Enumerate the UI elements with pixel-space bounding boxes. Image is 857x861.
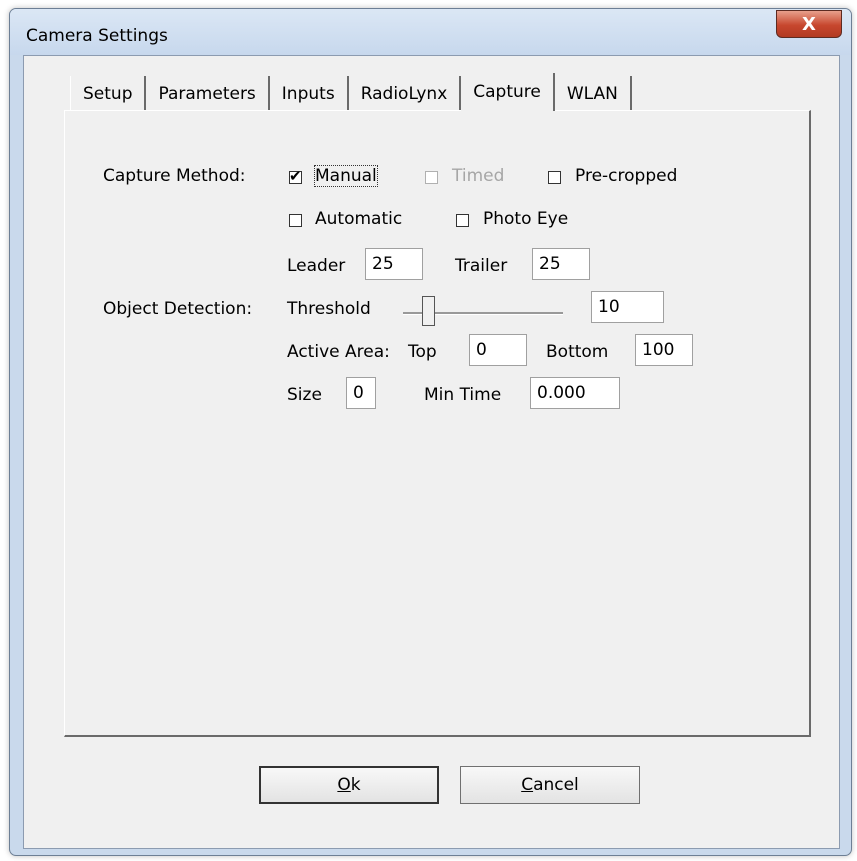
tab-parameters[interactable]: Parameters xyxy=(146,76,270,111)
photo-eye-checkbox[interactable] xyxy=(456,214,469,227)
min-time-label: Min Time xyxy=(424,385,502,405)
tab-strip: Setup Parameters Inputs RadioLynx Captur… xyxy=(70,73,632,111)
tab-label: Inputs xyxy=(281,83,335,104)
ok-button[interactable]: Ok xyxy=(259,766,439,804)
bottom-label: Bottom xyxy=(546,342,609,362)
photo-eye-label[interactable]: Photo Eye xyxy=(483,209,568,229)
camera-settings-dialog: Camera Settings X Setup Parameters Input… xyxy=(9,8,852,856)
timed-checkbox xyxy=(425,171,438,184)
manual-checkbox[interactable]: ✔ xyxy=(289,167,302,185)
dialog-title: Camera Settings xyxy=(26,26,168,46)
bottom-input[interactable]: 100 xyxy=(635,334,693,366)
tab-capture[interactable]: Capture xyxy=(461,73,555,111)
tab-label: Setup xyxy=(83,83,133,104)
tab-label: Parameters xyxy=(158,83,256,104)
threshold-slider-thumb[interactable] xyxy=(422,296,435,326)
top-input[interactable]: 0 xyxy=(469,334,527,366)
timed-label: Timed xyxy=(452,166,505,186)
trailer-label: Trailer xyxy=(455,256,508,276)
cancel-button[interactable]: Cancel xyxy=(460,766,640,804)
capture-method-label: Capture Method: xyxy=(103,166,246,186)
active-area-label: Active Area: xyxy=(287,342,390,362)
tab-setup[interactable]: Setup xyxy=(70,76,147,111)
precropped-label[interactable]: Pre-cropped xyxy=(575,166,677,186)
tab-inputs[interactable]: Inputs xyxy=(269,76,349,111)
tab-radiolynx[interactable]: RadioLynx xyxy=(348,76,462,111)
close-icon: X xyxy=(802,13,816,35)
object-detection-label: Object Detection: xyxy=(103,299,253,319)
size-label: Size xyxy=(287,385,322,405)
cancel-label: Cancel xyxy=(521,775,579,795)
trailer-input[interactable]: 25 xyxy=(532,248,590,280)
threshold-label: Threshold xyxy=(287,299,371,319)
leader-label: Leader xyxy=(287,256,346,276)
precropped-checkbox[interactable] xyxy=(548,171,561,184)
min-time-input[interactable]: 0.000 xyxy=(530,377,620,409)
title-bar[interactable]: Camera Settings X xyxy=(10,9,851,55)
top-label: Top xyxy=(408,342,437,362)
automatic-label[interactable]: Automatic xyxy=(315,209,402,229)
manual-label[interactable]: Manual xyxy=(314,165,378,187)
tab-label: RadioLynx xyxy=(360,83,448,104)
threshold-input[interactable]: 10 xyxy=(591,291,664,323)
tab-label: Capture xyxy=(473,82,541,102)
tab-label: WLAN xyxy=(566,83,618,104)
close-button[interactable]: X xyxy=(776,10,842,38)
ok-label: Ok xyxy=(337,775,361,795)
checkmark-icon: ✔ xyxy=(289,167,302,185)
tab-wlan[interactable]: WLAN xyxy=(554,76,632,111)
automatic-checkbox[interactable] xyxy=(289,214,302,227)
size-input[interactable]: 0 xyxy=(346,377,376,409)
capture-tab-panel xyxy=(64,110,811,737)
leader-input[interactable]: 25 xyxy=(365,248,423,280)
